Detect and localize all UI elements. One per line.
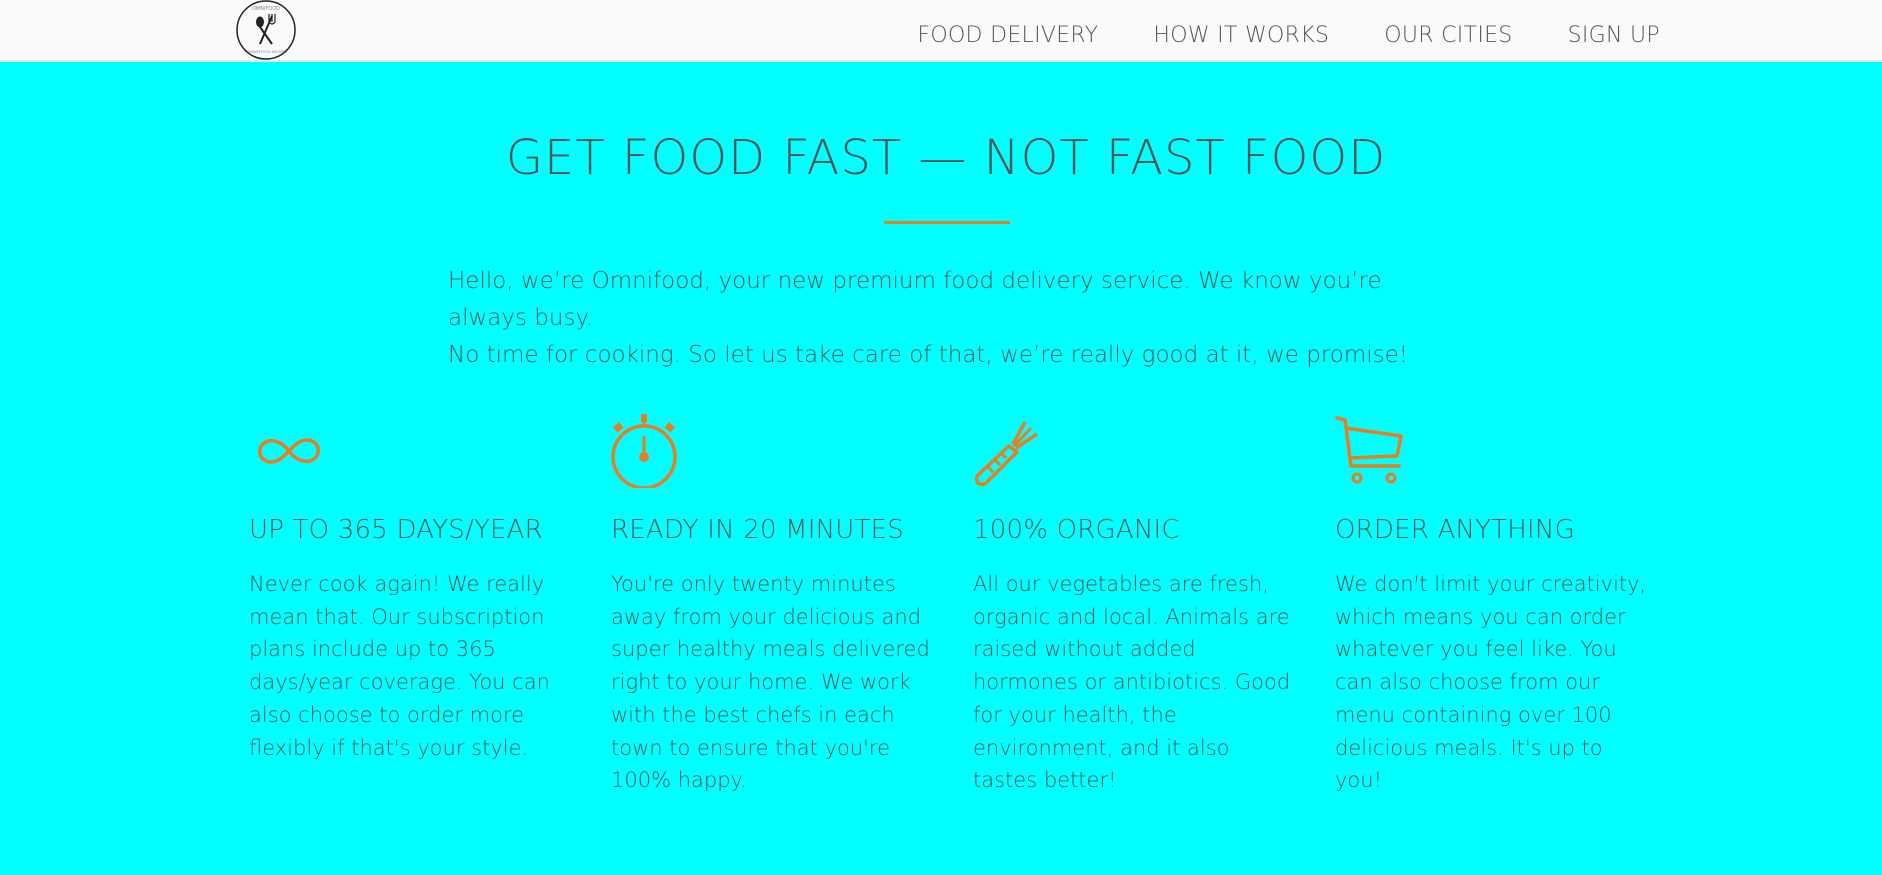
feature-20-minutes: READY IN 20 MINUTES You're only twenty m… [611,414,931,797]
feature-text: You're only twenty minutes away from you… [611,572,930,793]
nav-item-our-cities: OUR CITIES [1384,22,1512,50]
feature-heading: READY IN 20 MINUTES [611,515,904,545]
intro-line-2: No time for cooking. So let us take care… [448,342,1408,368]
nav-item-food-delivery: FOOD DELIVERY [917,22,1098,50]
nav-link-our-cities[interactable]: OUR CITIES [1384,22,1512,50]
top-navbar: OMNIFOOD PREMIUM FOOD DELIVERY FOOD DELI… [0,0,1882,62]
nav-item-sign-up: SIGN UP [1568,22,1660,50]
carrot-icon [973,414,1293,488]
feature-order-anything: ORDER ANYTHING We don't limit your creat… [1335,414,1655,797]
feature-heading: ORDER ANYTHING [1335,515,1575,545]
feature-organic: 100% ORGANIC All our vegetables are fres… [973,414,1293,797]
intro-text: Hello, we’re Omnifood, your new premium … [448,263,1448,374]
nav-link-sign-up[interactable]: SIGN UP [1568,22,1660,50]
infinity-icon [249,414,569,488]
feature-365-days: UP TO 365 DAYS/YEAR Never cook again! We… [249,414,569,764]
cart-icon [1335,414,1655,488]
omnifood-logo[interactable]: OMNIFOOD PREMIUM FOOD DELIVERY [234,0,298,60]
nav-link-food-delivery[interactable]: FOOD DELIVERY [917,22,1098,50]
logo-bottom-text: PREMIUM FOOD DELIVERY [244,50,287,54]
logo-top-text: OMNIFOOD [252,6,280,12]
feature-text: Never cook again! We really mean that. O… [249,572,550,760]
stopwatch-icon [611,414,931,488]
feature-heading: UP TO 365 DAYS/YEAR [249,515,543,545]
intro-line-1: Hello, we’re Omnifood, your new premium … [448,268,1382,331]
nav-item-how-it-works: HOW IT WORKS [1153,22,1329,50]
feature-text: We don't limit your creativity, which me… [1335,572,1647,793]
main-nav: FOOD DELIVERY HOW IT WORKS OUR CITIES SI… [862,22,1660,50]
nav-link-how-it-works[interactable]: HOW IT WORKS [1153,22,1329,50]
title-divider [884,221,1010,224]
section-title: GET FOOD FAST — NOT FAST FOOD [505,130,1387,186]
feature-heading: 100% ORGANIC [973,515,1180,545]
feature-text: All our vegetables are fresh, organic an… [973,572,1291,793]
